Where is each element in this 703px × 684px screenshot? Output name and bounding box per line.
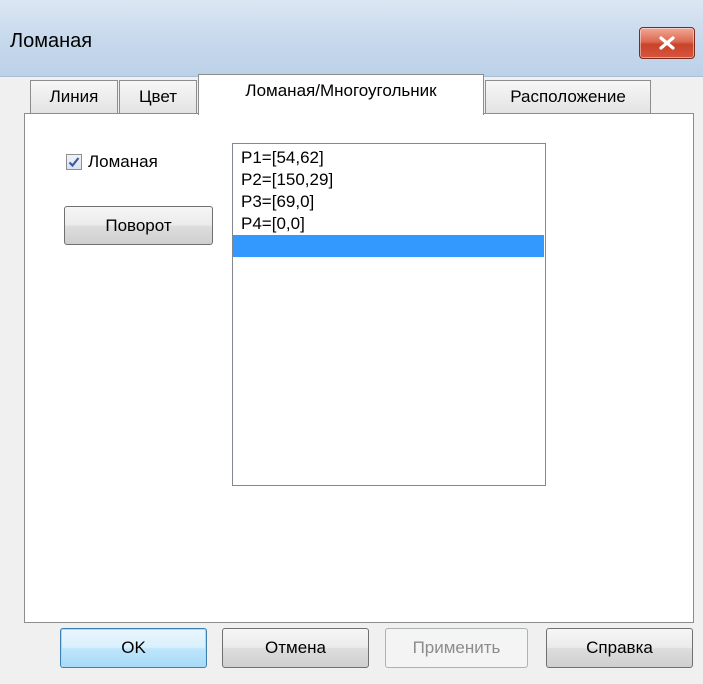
ok-button-label: OK: [121, 638, 146, 657]
cancel-button-label: Отмена: [265, 638, 326, 657]
checkbox-box[interactable]: [66, 154, 82, 170]
tab-label: Расположение: [510, 87, 626, 106]
tab-label: Линия: [49, 87, 99, 106]
checkmark-icon: [68, 157, 80, 168]
list-item[interactable]: P3=[69,0]: [233, 191, 545, 213]
cancel-button[interactable]: Отмена: [222, 628, 369, 668]
close-button[interactable]: [639, 27, 695, 59]
polyline-checkbox[interactable]: Ломаная: [66, 152, 158, 172]
tab-color[interactable]: Цвет: [119, 80, 197, 113]
points-list[interactable]: P1=[54,62] P2=[150,29] P3=[69,0] P4=[0,0…: [232, 143, 546, 486]
rotate-button-label: Поворот: [105, 215, 172, 235]
tab-polyline-polygon[interactable]: Ломаная/Многоугольник: [198, 74, 484, 115]
apply-button: Применить: [385, 628, 528, 668]
tab-position[interactable]: Расположение: [485, 80, 651, 113]
help-button-label: Справка: [586, 638, 653, 657]
close-icon: [659, 36, 675, 50]
list-item[interactable]: P1=[54,62]: [233, 147, 545, 169]
checkbox-label: Ломаная: [88, 152, 158, 171]
window-title: Ломаная: [10, 30, 93, 52]
rotate-button[interactable]: Поворот: [64, 206, 213, 245]
help-button[interactable]: Справка: [546, 628, 693, 668]
ok-button[interactable]: OK: [60, 628, 207, 668]
tab-label: Ломаная/Многоугольник: [245, 81, 437, 100]
tab-label: Цвет: [138, 87, 178, 106]
tab-line[interactable]: Линия: [30, 80, 118, 113]
list-item-selected[interactable]: [233, 235, 544, 257]
title-bar: Ломаная: [0, 0, 703, 77]
apply-button-label: Применить: [412, 638, 501, 657]
list-item[interactable]: P4=[0,0]: [233, 213, 545, 235]
list-item[interactable]: P2=[150,29]: [233, 169, 545, 191]
